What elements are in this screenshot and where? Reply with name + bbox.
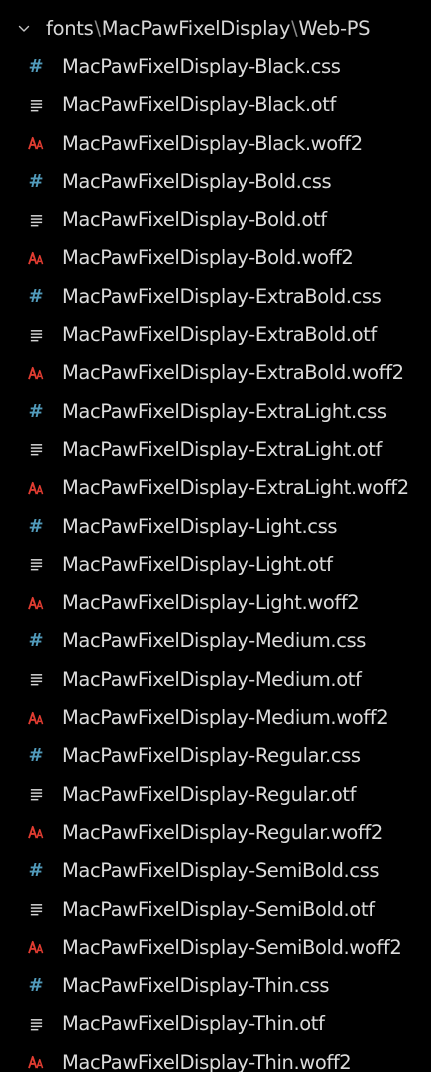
breadcrumb: fonts\MacPawFixelDisplay\Web-PS [46,17,371,40]
css-hash-icon: # [28,630,44,652]
file-name: MacPawFixelDisplay-Thin.otf [62,1012,325,1036]
file-item[interactable]: # MacPawFixelDisplay-Thin.css [0,967,431,1005]
file-item[interactable]: MacPawFixelDisplay-SemiBold.otf [0,891,431,929]
file-name: MacPawFixelDisplay-Medium.woff2 [62,706,389,730]
text-lines-icon [26,210,46,230]
file-item[interactable]: MacPawFixelDisplay-SemiBold.woff2 [0,929,431,967]
file-explorer: fonts\MacPawFixelDisplay\Web-PS # MacPawF… [0,0,431,1072]
file-name: MacPawFixelDisplay-Regular.css [62,744,361,768]
file-name: MacPawFixelDisplay-Regular.woff2 [62,820,383,844]
css-hash-icon: # [28,860,44,882]
file-item[interactable]: MacPawFixelDisplay-ExtraBold.otf [0,316,431,354]
css-hash-icon: # [28,56,44,77]
file-name: MacPawFixelDisplay-Black.css [62,55,341,78]
file-name: MacPawFixelDisplay-Light.css [62,514,338,538]
file-name: MacPawFixelDisplay-ExtraLight.css [62,399,387,423]
css-hash-icon: # [28,400,44,422]
file-item[interactable]: # MacPawFixelDisplay-Light.css [0,508,431,546]
font-icon [26,1053,46,1072]
text-lines-icon [26,325,46,345]
file-item[interactable]: MacPawFixelDisplay-Thin.woff2 [0,1044,431,1072]
file-name: MacPawFixelDisplay-ExtraLight.otf [62,437,382,461]
file-name: MacPawFixelDisplay-Medium.css [62,629,367,653]
file-name: MacPawFixelDisplay-Bold.woff2 [62,246,354,270]
folder-row[interactable]: fonts\MacPawFixelDisplay\Web-PS [0,10,431,48]
file-name: MacPawFixelDisplay-SemiBold.woff2 [62,935,402,959]
file-item[interactable]: MacPawFixelDisplay-Regular.otf [0,776,431,814]
font-icon [26,593,46,613]
file-item[interactable]: # MacPawFixelDisplay-Black.css [0,48,431,86]
file-name: MacPawFixelDisplay-Black.otf [62,93,336,117]
breadcrumb-separator: \ [94,17,101,40]
breadcrumb-segment-fonts[interactable]: fonts [46,17,94,40]
file-name: MacPawFixelDisplay-ExtraBold.woff2 [62,361,404,385]
file-item[interactable]: MacPawFixelDisplay-Bold.otf [0,201,431,239]
file-item[interactable]: MacPawFixelDisplay-Light.otf [0,546,431,584]
font-icon [26,708,46,728]
file-name: MacPawFixelDisplay-SemiBold.css [62,859,380,883]
text-lines-icon [26,900,46,920]
text-lines-icon [26,95,46,115]
file-item[interactable]: MacPawFixelDisplay-Medium.otf [0,661,431,699]
file-name: MacPawFixelDisplay-ExtraBold.otf [62,323,377,347]
file-item[interactable]: MacPawFixelDisplay-Light.woff2 [0,584,431,622]
file-name: MacPawFixelDisplay-Light.otf [62,552,333,576]
text-lines-icon [26,785,46,805]
file-name: MacPawFixelDisplay-Medium.otf [62,667,362,691]
file-item[interactable]: MacPawFixelDisplay-ExtraLight.otf [0,431,431,469]
css-hash-icon: # [28,745,44,767]
file-name: MacPawFixelDisplay-Thin.css [62,974,330,998]
file-item[interactable]: # MacPawFixelDisplay-Bold.css [0,163,431,201]
file-item[interactable]: # MacPawFixelDisplay-Regular.css [0,737,431,775]
file-name: MacPawFixelDisplay-ExtraLight.woff2 [62,476,409,500]
text-lines-icon [26,555,46,575]
file-name: MacPawFixelDisplay-Bold.css [62,169,332,193]
css-hash-icon: # [28,515,44,537]
font-icon [26,363,46,383]
file-list: # MacPawFixelDisplay-Black.css MacPawFixel… [0,48,431,1072]
font-icon [26,478,46,498]
file-name: MacPawFixelDisplay-ExtraBold.css [62,284,382,308]
file-item[interactable]: MacPawFixelDisplay-Black.otf [0,86,431,124]
css-hash-icon: # [28,285,44,307]
chevron-down-icon[interactable] [18,23,30,35]
font-icon [26,938,46,958]
text-lines-icon [26,1014,46,1034]
css-hash-icon: # [28,170,44,192]
file-name: MacPawFixelDisplay-Bold.otf [62,208,327,232]
css-hash-icon: # [28,975,44,997]
file-name: MacPawFixelDisplay-Thin.woff2 [62,1050,352,1072]
breadcrumb-segment-family[interactable]: MacPawFixelDisplay [102,17,291,40]
file-item[interactable]: # MacPawFixelDisplay-ExtraLight.css [0,393,431,431]
file-item[interactable]: MacPawFixelDisplay-Black.woff2 [0,125,431,163]
file-item[interactable]: MacPawFixelDisplay-ExtraBold.woff2 [0,354,431,392]
file-item[interactable]: MacPawFixelDisplay-Medium.woff2 [0,699,431,737]
file-item[interactable]: # MacPawFixelDisplay-ExtraBold.css [0,278,431,316]
file-item[interactable]: MacPawFixelDisplay-Thin.otf [0,1005,431,1043]
file-name: MacPawFixelDisplay-Black.woff2 [62,131,363,155]
file-item[interactable]: MacPawFixelDisplay-Bold.woff2 [0,239,431,277]
text-lines-icon [26,670,46,690]
file-name: MacPawFixelDisplay-SemiBold.otf [62,897,375,921]
breadcrumb-segment-webps[interactable]: Web-PS [298,17,370,40]
file-name: MacPawFixelDisplay-Light.woff2 [62,591,360,615]
font-icon [26,134,46,154]
font-icon [26,823,46,843]
text-lines-icon [26,440,46,460]
file-item[interactable]: # MacPawFixelDisplay-Medium.css [0,622,431,660]
file-item[interactable]: # MacPawFixelDisplay-SemiBold.css [0,852,431,890]
font-icon [26,248,46,268]
file-item[interactable]: MacPawFixelDisplay-ExtraLight.woff2 [0,469,431,507]
file-item[interactable]: MacPawFixelDisplay-Regular.woff2 [0,814,431,852]
file-name: MacPawFixelDisplay-Regular.otf [62,782,357,806]
